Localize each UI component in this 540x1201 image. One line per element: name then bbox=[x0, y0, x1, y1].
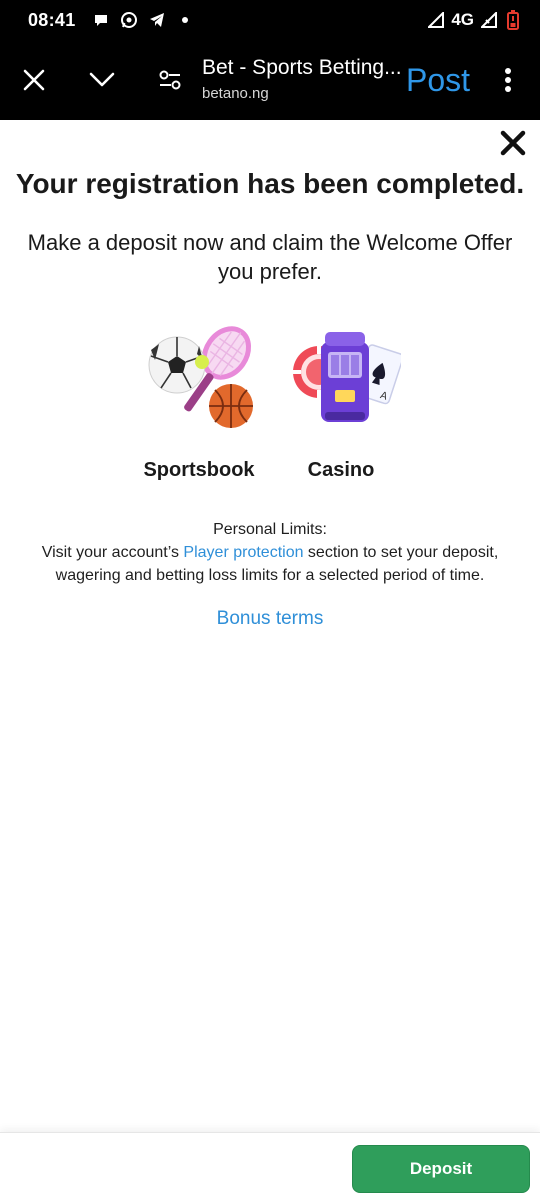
limits-text-before: Visit your account’s bbox=[41, 544, 184, 561]
collapse-button[interactable] bbox=[82, 40, 122, 120]
sportsbook-label: Sportsbook bbox=[143, 459, 255, 481]
close-icon bbox=[23, 69, 45, 91]
casino-label: Casino bbox=[307, 459, 375, 481]
signal-icon-secondary bbox=[480, 11, 498, 29]
player-protection-link[interactable]: Player protection bbox=[183, 544, 303, 561]
deposit-prompt: Make a deposit now and claim the Welcome… bbox=[27, 230, 513, 284]
chat-bubble-icon bbox=[92, 11, 110, 29]
telegram-icon bbox=[148, 11, 166, 29]
page-title: Bet - Sports Betting... bbox=[202, 56, 402, 79]
status-left: 08:41 bbox=[28, 10, 194, 31]
battery-icon bbox=[504, 10, 522, 30]
network-label: 4G bbox=[451, 10, 474, 29]
chevron-down-icon bbox=[89, 72, 115, 87]
signal-icon bbox=[427, 11, 445, 29]
close-dialog-button[interactable] bbox=[498, 128, 528, 158]
more-menu-button[interactable] bbox=[494, 40, 522, 120]
casino-slot-icon: A bbox=[293, 332, 404, 422]
personal-limits-notice: Personal Limits: Visit your account’s Pl… bbox=[16, 518, 524, 587]
status-bar: 08:41 4G bbox=[0, 0, 540, 40]
bottom-action-bar: Deposit bbox=[0, 1132, 540, 1201]
browser-toolbar: Bet - Sports Betting... betano.ng Post bbox=[0, 40, 540, 120]
more-vertical-icon bbox=[505, 68, 511, 92]
status-time: 08:41 bbox=[28, 9, 76, 30]
bonus-terms-link[interactable]: Bonus terms bbox=[0, 608, 540, 630]
dot-icon bbox=[176, 11, 194, 29]
personal-limits-title: Personal Limits: bbox=[213, 521, 327, 538]
sports-balls-icon bbox=[148, 326, 253, 428]
tune-icon bbox=[159, 70, 181, 90]
sportsbook-offer[interactable]: Sportsbook bbox=[124, 320, 274, 482]
page-info[interactable]: Bet - Sports Betting... betano.ng bbox=[202, 56, 402, 102]
whatsapp-icon bbox=[120, 11, 138, 29]
post-button[interactable]: Post bbox=[406, 40, 470, 120]
close-tab-button[interactable] bbox=[14, 40, 54, 120]
site-settings-button[interactable] bbox=[150, 40, 190, 120]
close-icon bbox=[500, 130, 526, 156]
personal-limits-text: Visit your account’s Player protection s… bbox=[16, 541, 524, 587]
deposit-button[interactable]: Deposit bbox=[352, 1145, 530, 1193]
status-right: 4G bbox=[427, 10, 522, 30]
registration-headline: Your registration has been completed. bbox=[15, 168, 525, 199]
page-url: betano.ng bbox=[202, 85, 269, 102]
casino-offer[interactable]: A Casino bbox=[266, 320, 416, 482]
